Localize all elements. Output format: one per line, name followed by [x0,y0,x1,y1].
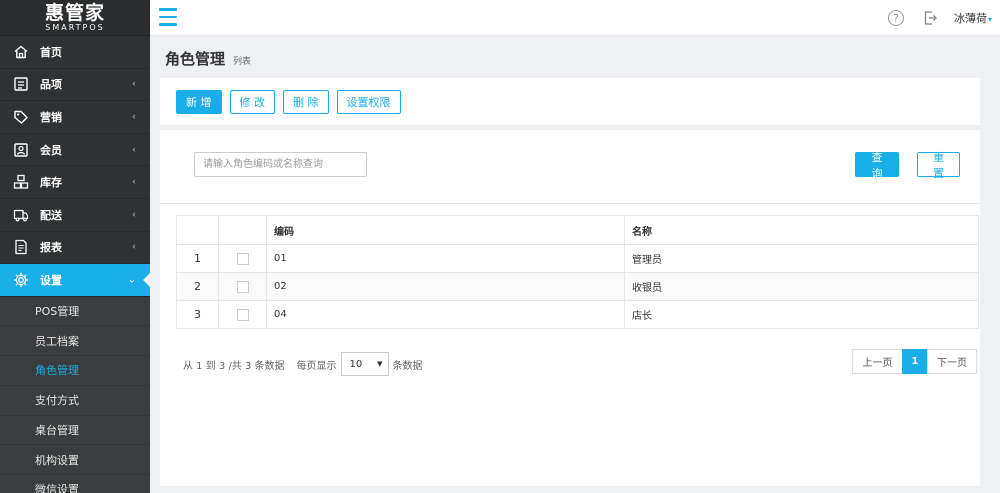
row-select-cell [218,272,267,301]
chevron-down-icon: ⌄ [127,274,136,286]
add-button[interactable]: 新 增 [176,89,222,114]
row-select-cell [218,244,267,273]
submenu-item-payment[interactable]: 支付方式 [0,386,150,416]
sidebar: 惠管家 SMARTPOS 首页 品项 ‹ 营销 ‹ 会员 ‹ 库存 ‹ 配送 ‹… [0,0,150,493]
sidebar-item-label: 设置 [40,273,62,287]
role-name: 管理员 [624,244,979,273]
page-size-select[interactable]: 10 ▼ [340,352,389,376]
report-icon [12,238,30,256]
page-number-button[interactable]: 1 [902,349,928,374]
per-page-label: 每页显示 [296,360,337,372]
sidebar-item-label: 品项 [40,78,62,92]
sidebar-item-marketing[interactable]: 营销 ‹ [0,101,150,134]
action-toolbar: 新 增 修 改 删 除 设置权限 [160,78,980,125]
logout-icon[interactable] [922,10,938,26]
divider [160,203,980,204]
pagination-info: 从 1 到 3 /共 3 条数据 每页显示 10 ▼ 条数据 [183,352,423,376]
chevron-left-icon: ‹ [132,209,136,221]
member-card-icon [12,141,30,159]
sidebar-item-label: 报表 [40,241,62,255]
logo[interactable]: 惠管家 SMARTPOS [0,0,150,36]
chevron-down-icon: ▼ [377,360,383,368]
prev-page-button[interactable]: 上一页 [852,349,903,374]
delete-button[interactable]: 删 除 [283,89,329,114]
role-code: 04 [266,300,625,329]
menu-toggle-icon[interactable] [159,8,177,26]
per-page-suffix: 条数据 [392,360,423,372]
user-menu[interactable]: 冰薄荷▾ [954,10,992,26]
chevron-left-icon: ‹ [132,78,136,90]
role-name: 收银员 [624,272,979,301]
truck-icon [12,206,30,224]
row-checkbox[interactable] [236,252,249,265]
sidebar-item-label: 配送 [40,208,62,222]
table-row[interactable]: 1 01 管理员 [176,244,979,273]
header-code[interactable]: 编码 [266,215,625,245]
inventory-icon [12,173,30,191]
row-index: 2 [176,272,219,301]
home-icon [12,43,30,61]
logo-title: 惠管家 [44,1,105,24]
sidebar-item-products[interactable]: 品项 ‹ [0,69,150,102]
sidebar-item-members[interactable]: 会员 ‹ [0,134,150,167]
table-row[interactable]: 3 04 店长 [176,300,979,329]
chevron-left-icon: ‹ [132,144,136,156]
settings-submenu: POS管理 员工档案 角色管理 支付方式 桌台管理 机构设置 微信设置 [0,296,150,493]
sidebar-item-label: 营销 [40,110,62,124]
page-header: 角色管理 列表 [165,48,251,69]
edit-button[interactable]: 修 改 [229,89,275,114]
header-name[interactable]: 名称 [624,215,979,245]
sidebar-item-settings[interactable]: 设置 ⌄ [0,264,150,297]
set-permissions-button[interactable]: 设置权限 [336,89,401,114]
row-checkbox[interactable] [236,280,249,293]
row-checkbox[interactable] [236,308,249,321]
sidebar-item-home[interactable]: 首页 [0,36,150,69]
sidebar-item-label: 库存 [40,176,62,190]
row-index: 1 [176,244,219,273]
sidebar-item-delivery[interactable]: 配送 ‹ [0,199,150,232]
table-header-row: 编码 名称 [176,215,979,245]
username-label: 冰薄荷 [953,12,987,25]
submenu-item-organization[interactable]: 机构设置 [0,445,150,475]
header-select [218,215,267,245]
page-size-value: 10 [349,358,363,370]
role-list-panel: 查 询 重 置 编码 名称 1 01 管理员 2 02 收银员 [160,130,980,486]
top-right-tools: ? 冰薄荷▾ [887,0,1000,36]
header-index [176,215,219,245]
submenu-item-tables[interactable]: 桌台管理 [0,416,150,446]
sidebar-item-label: 首页 [40,45,62,59]
logo-subtitle: SMARTPOS [45,22,105,32]
caret-down-icon: ▾ [987,15,992,24]
role-code: 02 [266,272,625,301]
row-select-cell [218,300,267,329]
chevron-left-icon: ‹ [132,176,136,188]
table-row[interactable]: 2 02 收银员 [176,272,979,301]
role-code: 01 [266,244,625,273]
chevron-left-icon: ‹ [132,241,136,253]
query-button[interactable]: 查 询 [855,151,899,180]
submenu-item-pos[interactable]: POS管理 [0,297,150,327]
help-icon[interactable]: ? [887,10,904,26]
sidebar-item-reports[interactable]: 报表 ‹ [0,232,150,265]
reset-button[interactable]: 重 置 [917,151,960,180]
tag-icon [12,108,30,126]
role-name: 店长 [624,300,979,329]
submenu-item-roles[interactable]: 角色管理 [0,356,150,386]
page-subtitle: 列表 [233,57,252,67]
chevron-left-icon: ‹ [132,111,136,123]
page-title: 角色管理 [165,50,226,68]
list-icon [12,75,30,93]
top-bar: ? 冰薄荷▾ [150,0,1000,36]
gear-icon [12,271,30,289]
roles-table: 编码 名称 1 01 管理员 2 02 收银员 3 04 店长 [176,215,979,329]
pagination: 上一页 1 下一页 [852,349,977,374]
row-index: 3 [176,300,219,329]
submenu-item-wechat[interactable]: 微信设置 [0,475,150,493]
pagination-summary: 从 1 到 3 /共 3 条数据 [183,360,285,372]
search-input[interactable] [194,152,367,177]
next-page-button[interactable]: 下一页 [927,349,977,374]
sidebar-item-label: 会员 [40,143,62,157]
sidebar-item-inventory[interactable]: 库存 ‹ [0,166,150,199]
submenu-item-staff[interactable]: 员工档案 [0,326,150,357]
